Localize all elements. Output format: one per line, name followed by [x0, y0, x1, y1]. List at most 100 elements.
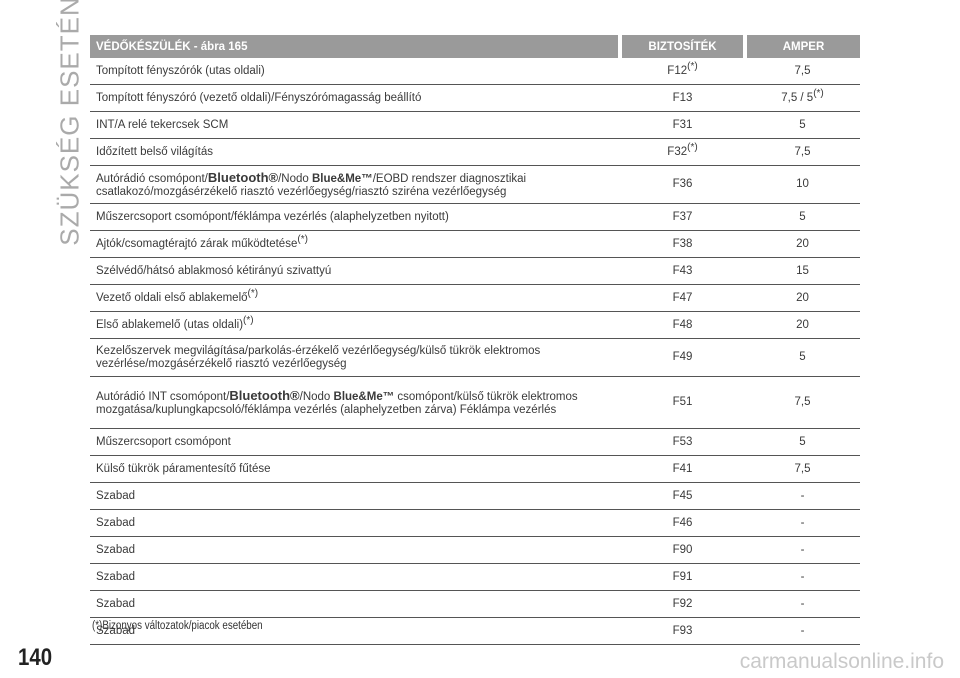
cell-device: Szabad	[90, 482, 620, 510]
cell-device: Vezető oldali első ablakemelő(*)	[90, 284, 620, 312]
header-ampere: AMPER	[743, 35, 860, 58]
device-text: /Nodo	[299, 390, 334, 403]
fuse-footnote-mark: (*)	[687, 60, 698, 72]
device-text: Időzített belső világítás	[96, 145, 213, 158]
cell-device: Kezelőszervek megvilágítása/parkolás-érz…	[90, 338, 620, 377]
cell-fuse: F38	[620, 230, 745, 258]
ampere-text: 7,5 / 5	[781, 91, 814, 104]
device-text: Műszercsoport csomópont/féklámpa vezérlé…	[96, 210, 449, 223]
table-row: INT/A relé tekercsek SCM F31 5	[90, 111, 860, 139]
fuse-table: VÉDŐKÉSZÜLÉK - ábra 165 BIZTOSÍTÉK AMPER…	[90, 35, 860, 645]
fuse-text: F46	[672, 516, 693, 529]
cell-fuse: F48	[620, 311, 745, 339]
ampere-text: 5	[799, 435, 806, 448]
cell-ampere: 7,5	[745, 376, 860, 429]
footnote: (*)Bizonyos változatok/piacok esetében	[92, 620, 263, 632]
ampere-text: 7,5	[794, 145, 811, 158]
cell-device: Időzített belső világítás	[90, 138, 620, 166]
cell-ampere: 5	[745, 338, 860, 377]
fuse-text: F53	[672, 435, 693, 448]
cell-ampere: -	[745, 509, 860, 537]
ampere-text: 7,5	[794, 64, 811, 77]
fuse-text: F13	[672, 91, 693, 104]
table-row: Szabad F45 -	[90, 482, 860, 510]
device-footnote-mark: (*)	[243, 314, 254, 326]
ampere-text: -	[800, 489, 805, 502]
device-text: /Nodo	[278, 172, 312, 185]
table-row: Szabad F90 -	[90, 536, 860, 564]
cell-ampere: 5	[745, 111, 860, 139]
bluetooth-brand: Bluetooth®	[229, 387, 300, 403]
device-text: Autórádió csomópont/	[96, 172, 208, 185]
cell-fuse: F31	[620, 111, 745, 139]
page-number: 140	[18, 644, 53, 671]
cell-fuse: F37	[620, 203, 745, 231]
cell-fuse: F91	[620, 563, 745, 591]
cell-device: Első ablakemelő (utas oldali)(*)	[90, 311, 620, 339]
ampere-footnote-mark: (*)	[813, 87, 824, 99]
cell-ampere: 5	[745, 203, 860, 231]
ampere-text: 5	[799, 210, 806, 223]
fuse-text: F91	[672, 570, 693, 583]
cell-fuse: F13	[620, 84, 745, 112]
cell-device: Autórádió INT csomópont/Bluetooth®/Nodo …	[90, 376, 620, 429]
cell-device: Ajtók/csomagtérajtó zárak működtetése(*)	[90, 230, 620, 258]
device-text: Szabad	[96, 489, 136, 502]
fuse-text: F90	[672, 543, 693, 556]
ampere-text: -	[800, 570, 805, 583]
cell-ampere: 5	[745, 428, 860, 456]
cell-ampere: 20	[745, 311, 860, 339]
blueme-brand: Blue&Me™	[333, 390, 395, 403]
table-row: Tompított fényszórók (utas oldali) F12(*)…	[90, 58, 860, 85]
cell-fuse: F53	[620, 428, 745, 456]
cell-ampere: -	[745, 536, 860, 564]
cell-device: Tompított fényszórók (utas oldali)	[90, 58, 620, 85]
device-text: Szabad	[96, 570, 136, 583]
fuse-text: F43	[672, 264, 693, 277]
cell-ampere: 7,5	[745, 455, 860, 483]
cell-ampere: -	[745, 617, 860, 645]
device-text: Műszercsoport csomópont	[96, 435, 231, 448]
ampere-text: 20	[796, 291, 809, 304]
blueme-brand: Blue&Me™	[312, 172, 373, 185]
fuse-text: F45	[672, 489, 693, 502]
fuse-text: F93	[672, 624, 693, 637]
cell-fuse: F45	[620, 482, 745, 510]
bluetooth-brand: Bluetooth®	[207, 169, 279, 185]
ampere-text: 7,5	[794, 462, 811, 475]
header-fuse: BIZTOSÍTÉK	[618, 35, 745, 58]
device-text: Tompított fényszóró (vezető oldali)/Fény…	[96, 91, 422, 104]
cell-fuse: F36	[620, 165, 745, 204]
cell-fuse: F93	[620, 617, 745, 645]
device-text: Vezető oldali első ablakemelő	[96, 291, 248, 304]
fuse-text: F38	[672, 237, 693, 250]
cell-ampere: 20	[745, 230, 860, 258]
fuse-text: F37	[672, 210, 693, 223]
device-text: Első ablakemelő (utas oldali)	[96, 318, 244, 331]
cell-fuse: F43	[620, 257, 745, 285]
cell-ampere: 20	[745, 284, 860, 312]
ampere-text: -	[800, 624, 805, 637]
table-row: Vezető oldali első ablakemelő(*) F47 20	[90, 284, 860, 312]
cell-fuse: F12(*)	[620, 58, 745, 85]
cell-fuse: F41	[620, 455, 745, 483]
fuse-text: F49	[672, 351, 693, 363]
ampere-text: -	[800, 516, 805, 529]
ampere-text: 20	[796, 237, 809, 250]
cell-ampere: 7,5	[745, 138, 860, 166]
device-text: Ajtók/csomagtérajtó zárak működtetése	[96, 237, 298, 250]
cell-ampere: -	[745, 563, 860, 591]
fuse-text: F32	[667, 145, 688, 158]
fuse-footnote-mark: (*)	[687, 141, 698, 153]
table-body: Tompított fényszórók (utas oldali) F12(*)…	[90, 58, 860, 645]
cell-device: Szélvédő/hátsó ablakmosó kétirányú sziva…	[90, 257, 620, 285]
fuse-text: F51	[672, 396, 693, 408]
header-device: VÉDŐKÉSZÜLÉK - ábra 165	[90, 35, 620, 58]
cell-device: Tompított fényszóró (vezető oldali)/Fény…	[90, 84, 620, 112]
ampere-text: 5	[799, 118, 806, 131]
ampere-text: 15	[796, 264, 809, 277]
table-row: Szélvédő/hátsó ablakmosó kétirányú sziva…	[90, 257, 860, 285]
cell-device: Szabad	[90, 590, 620, 618]
fuse-table-container: VÉDŐKÉSZÜLÉK - ábra 165 BIZTOSÍTÉK AMPER…	[90, 35, 860, 645]
cell-device: Autórádió csomópont/Bluetooth®/Nodo Blue…	[90, 165, 620, 204]
